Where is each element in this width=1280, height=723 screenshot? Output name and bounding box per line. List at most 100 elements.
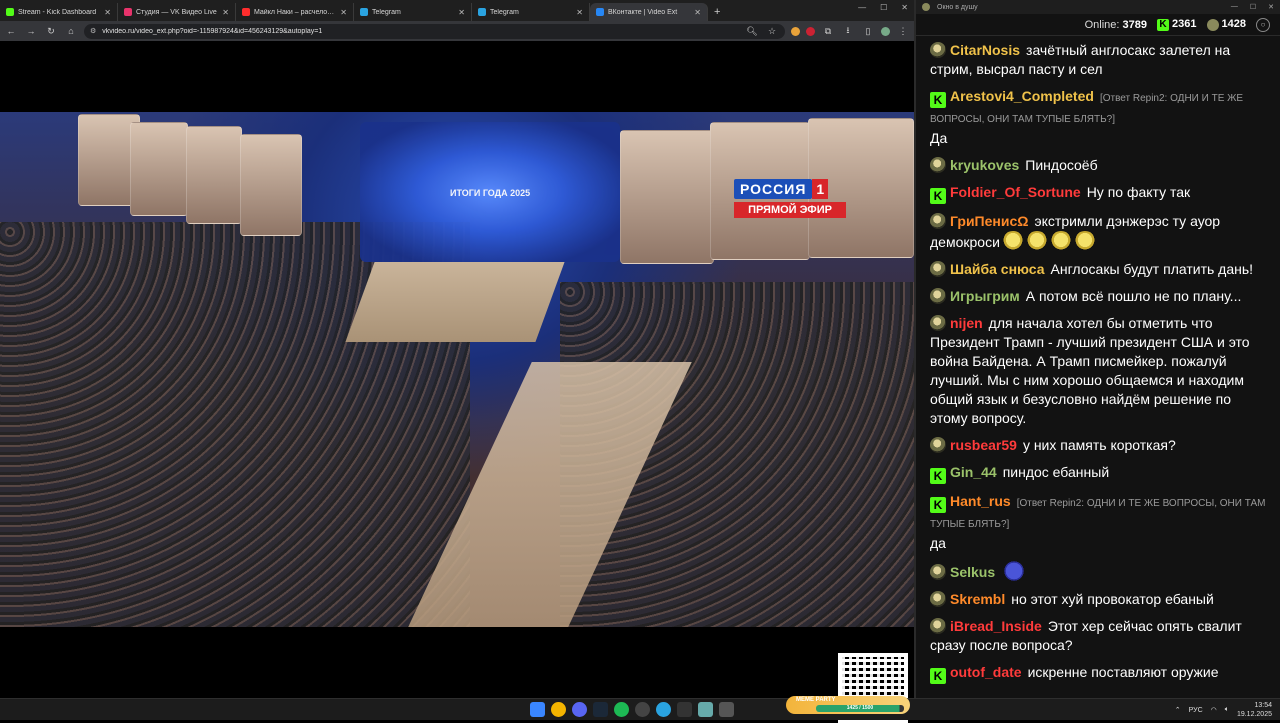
chat-message: K Arestovi4_Completed [Ответ Repin2: ОДНИ … bbox=[930, 84, 1270, 153]
chat-message: Selkus bbox=[930, 558, 1270, 587]
profile-avatar[interactable] bbox=[881, 26, 890, 36]
chat-message-text: искренне поставляют оружие bbox=[1027, 664, 1219, 680]
browser-tab[interactable]: Telegram ✕ bbox=[472, 3, 590, 21]
extension-icon[interactable] bbox=[791, 26, 800, 36]
zoom-icon[interactable]: 🔍︎ bbox=[745, 26, 759, 37]
address-bar[interactable]: ⚙ vkvideo.ru/video_ext.php?oid=-11598792… bbox=[84, 23, 785, 39]
tab-favicon-icon bbox=[124, 8, 132, 16]
chat-username[interactable]: outof_date bbox=[950, 664, 1022, 680]
new-tab-button[interactable]: + bbox=[708, 3, 726, 21]
chrome-icon[interactable] bbox=[551, 702, 566, 717]
browser-tab[interactable]: Stream - Kick Dashboard ✕ bbox=[0, 3, 118, 21]
maximize-icon[interactable]: ☐ bbox=[1250, 3, 1256, 11]
app-icon bbox=[922, 3, 930, 11]
tab-title: Stream - Kick Dashboard bbox=[18, 8, 97, 16]
steam-icon[interactable] bbox=[593, 702, 608, 717]
kick-badge-icon: K bbox=[930, 497, 946, 513]
app-icon[interactable] bbox=[677, 702, 692, 717]
clock[interactable]: 13:54 19.12.2025 bbox=[1237, 701, 1272, 719]
minimize-icon[interactable]: — bbox=[858, 3, 866, 12]
chat-message: rusbear59 у них память короткая? bbox=[930, 433, 1270, 460]
volume-icon[interactable]: 🔈︎ bbox=[1225, 706, 1229, 714]
window-controls: — ☐ ✕ bbox=[858, 3, 908, 12]
chat-username[interactable]: Selkus bbox=[950, 564, 995, 580]
tab-close-icon[interactable]: ✕ bbox=[576, 8, 583, 17]
meme-party-title: MEME PARTY bbox=[796, 697, 836, 703]
close-icon[interactable]: ✕ bbox=[1268, 3, 1274, 11]
kick-viewers: K 2361 bbox=[1157, 18, 1197, 31]
user-avatar-icon bbox=[930, 618, 946, 634]
tab-favicon-icon bbox=[6, 8, 14, 16]
reload-icon[interactable]: ↻ bbox=[44, 26, 58, 37]
kick-count: 2361 bbox=[1172, 18, 1197, 31]
user-avatar-icon bbox=[930, 42, 946, 58]
video-viewport[interactable]: ИТОГИ ГОДА 2025 РОССИЯ 1 ПРЯМОЙ ЭФИР bbox=[0, 41, 914, 723]
kick-badge-icon: K bbox=[930, 668, 946, 684]
spotify-icon[interactable] bbox=[614, 702, 629, 717]
browser-tab[interactable]: Студия — VK Видео Live ✕ bbox=[118, 3, 236, 21]
chat-username[interactable]: Gin_44 bbox=[950, 464, 997, 480]
emote-icon bbox=[1001, 231, 1024, 251]
viewer-avatar-icon bbox=[1206, 18, 1219, 31]
chat-username[interactable]: iBread_Inside bbox=[950, 618, 1042, 634]
tab-close-icon[interactable]: ✕ bbox=[104, 8, 111, 17]
telegram-icon[interactable] bbox=[656, 702, 671, 717]
url-text[interactable]: vkvideo.ru/video_ext.php?oid=-115987924&… bbox=[102, 28, 739, 35]
chat-username[interactable]: Foldier_Of_Sortune bbox=[950, 184, 1081, 200]
chat-username[interactable]: nijen bbox=[950, 315, 983, 331]
downloads-icon[interactable]: ⭳ bbox=[841, 23, 855, 39]
chat-username[interactable]: CitarNosis bbox=[950, 42, 1020, 58]
channel-logo: РОССИЯ 1 ПРЯМОЙ ЭФИР bbox=[734, 179, 846, 225]
site-info-icon[interactable]: ⚙ bbox=[90, 27, 96, 35]
tab-close-icon[interactable]: ✕ bbox=[694, 8, 701, 17]
close-icon[interactable]: ✕ bbox=[901, 3, 908, 12]
chat-message: nijen для начала хотел бы отметить что Пр… bbox=[930, 311, 1270, 433]
tab-title: ВКонтакте | Video Ext bbox=[608, 8, 678, 16]
taskbar: ⌃ РУС ◠ 🔈︎ 13:54 19.12.2025 bbox=[0, 698, 1280, 720]
chevron-up-icon[interactable]: ⌃ bbox=[1175, 706, 1181, 714]
tab-close-icon[interactable]: ✕ bbox=[458, 8, 465, 17]
tab-close-icon[interactable]: ✕ bbox=[222, 8, 229, 17]
stage-floor bbox=[345, 262, 565, 342]
app-icon[interactable] bbox=[698, 702, 713, 717]
browser-tab[interactable]: Майкл Наки – расчеловечени...✕ bbox=[236, 3, 354, 21]
chat-username[interactable]: kryukoves bbox=[950, 157, 1019, 173]
back-icon[interactable]: ← bbox=[4, 26, 18, 36]
browser-tab[interactable]: Telegram ✕ bbox=[354, 3, 472, 21]
menu-kebab-icon[interactable]: ⋮ bbox=[896, 26, 910, 37]
clock-time: 13:54 bbox=[1254, 702, 1272, 709]
discord-icon[interactable] bbox=[572, 702, 587, 717]
chat-message-list[interactable]: CitarNosis зачётный англосакс залетел на … bbox=[916, 36, 1280, 689]
chat-username[interactable]: Hant_rus bbox=[950, 493, 1011, 509]
keyboard-language[interactable]: РУС bbox=[1189, 707, 1203, 714]
chat-username[interactable]: Шайба снюса bbox=[950, 261, 1045, 277]
chat-username[interactable]: ГриПенисΩ bbox=[950, 213, 1028, 229]
chat-username[interactable]: Skrembl bbox=[950, 591, 1005, 607]
browser-tab[interactable]: ВКонтакте | Video Ext ✕ bbox=[590, 3, 708, 21]
meme-progress-bar: 1425 / 1500 bbox=[816, 705, 904, 712]
tab-close-icon[interactable]: ✕ bbox=[340, 8, 347, 17]
start-icon[interactable] bbox=[530, 702, 545, 717]
obs-icon[interactable] bbox=[635, 702, 650, 717]
chat-username[interactable]: Arestovi4_Completed bbox=[950, 88, 1094, 104]
chat-username[interactable]: rusbear59 bbox=[950, 437, 1017, 453]
forward-icon[interactable]: → bbox=[24, 26, 38, 36]
clock-date: 19.12.2025 bbox=[1236, 711, 1272, 718]
user-avatar-icon bbox=[930, 315, 946, 331]
chat-username[interactable]: Игрыгрим bbox=[950, 288, 1020, 304]
emote-icon bbox=[1003, 561, 1026, 581]
channel-number: 1 bbox=[812, 179, 829, 199]
extension-icon[interactable] bbox=[806, 26, 815, 36]
chat-message-text: но этот хуй провокатор ебаный bbox=[1011, 591, 1214, 607]
minimize-icon[interactable]: — bbox=[1231, 3, 1238, 11]
maximize-icon[interactable]: ☐ bbox=[880, 3, 887, 12]
meme-progress-text: 1425 / 1500 bbox=[846, 705, 874, 711]
sidebar-icon[interactable]: ▯ bbox=[861, 26, 875, 37]
home-icon[interactable]: ⌂ bbox=[64, 26, 78, 36]
settings-icon[interactable]: ○ bbox=[1256, 17, 1270, 32]
extensions-puzzle-icon[interactable]: ⧉ bbox=[821, 26, 835, 37]
app-icon[interactable] bbox=[719, 702, 734, 717]
wifi-icon[interactable]: ◠ bbox=[1211, 706, 1217, 714]
webcam-feed bbox=[240, 134, 302, 236]
bookmark-star-icon[interactable]: ☆ bbox=[765, 26, 779, 37]
